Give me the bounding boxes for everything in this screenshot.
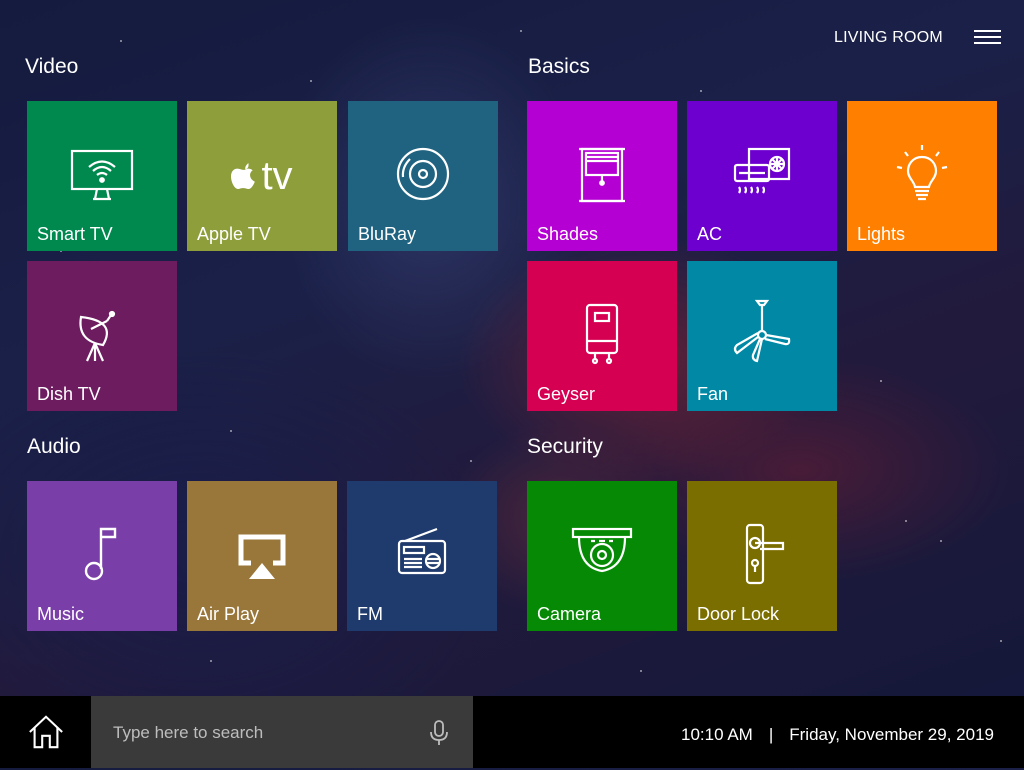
tile-label: Camera xyxy=(537,604,602,624)
door-lock-icon xyxy=(727,519,797,594)
radio-icon xyxy=(387,519,457,594)
tile-label: Lights xyxy=(857,224,906,244)
tile-label: AC xyxy=(697,224,723,244)
tile-label: FM xyxy=(357,604,383,624)
airplay-icon xyxy=(227,519,297,594)
tile-shades[interactable]: Shades xyxy=(527,101,677,251)
tile-label: BluRay xyxy=(358,224,417,244)
current-date: Friday, November 29, 2019 xyxy=(789,725,994,744)
tile-air-play[interactable]: Air Play xyxy=(187,481,337,631)
tile-camera[interactable]: Camera xyxy=(527,481,677,631)
tile-label: Geyser xyxy=(537,384,596,404)
tile-label: Door Lock xyxy=(697,604,780,624)
section-title-basics: Basics xyxy=(528,55,590,78)
window-shade-icon xyxy=(567,139,637,214)
home-icon[interactable] xyxy=(0,696,91,768)
current-time: 10:10 AM xyxy=(681,725,753,744)
satellite-dish-icon xyxy=(67,299,137,374)
tile-dish-tv[interactable]: Dish TV xyxy=(27,261,177,411)
tile-label: Apple TV xyxy=(197,224,271,244)
apple-tv-logo-text: tv xyxy=(261,154,293,198)
tile-bluray[interactable]: BluRay xyxy=(348,101,498,251)
air-conditioner-icon xyxy=(727,139,797,214)
tile-fm[interactable]: FM xyxy=(347,481,497,631)
disc-icon xyxy=(388,139,458,214)
apple-tv-logo-icon: tv xyxy=(231,154,293,198)
security-camera-icon xyxy=(567,519,637,594)
microphone-icon[interactable] xyxy=(428,720,450,746)
tile-label: Shades xyxy=(537,224,599,244)
tile-lights[interactable]: Lights xyxy=(847,101,997,251)
hamburger-menu-icon[interactable] xyxy=(974,30,1001,44)
search-input[interactable] xyxy=(111,696,415,770)
tile-apple-tv[interactable]: tv Apple TV xyxy=(187,101,337,251)
tile-geyser[interactable]: Geyser xyxy=(527,261,677,411)
light-bulb-icon xyxy=(887,139,957,214)
section-title-security: Security xyxy=(527,435,603,458)
tile-label: Fan xyxy=(697,384,729,404)
tile-label: Smart TV xyxy=(37,224,113,244)
tile-label: Air Play xyxy=(197,604,260,624)
ceiling-fan-icon xyxy=(727,299,797,374)
clock-display: 10:10 AM | Friday, November 29, 2019 xyxy=(681,725,994,745)
tile-label: Dish TV xyxy=(37,384,101,404)
room-name[interactable]: LIVING ROOM xyxy=(834,29,943,47)
tile-label: Music xyxy=(37,604,85,624)
tile-fan[interactable]: Fan xyxy=(687,261,837,411)
time-date-separator: | xyxy=(768,725,774,744)
tv-wifi-icon xyxy=(67,139,137,214)
section-title-video: Video xyxy=(25,55,79,78)
bottom-bar: 10:10 AM | Friday, November 29, 2019 xyxy=(0,696,1024,770)
section-title-audio: Audio xyxy=(27,435,81,458)
tile-door-lock[interactable]: Door Lock xyxy=(687,481,837,631)
tile-ac[interactable]: AC xyxy=(687,101,837,251)
search-box[interactable] xyxy=(91,696,473,770)
water-heater-icon xyxy=(567,299,637,374)
music-note-icon xyxy=(67,519,137,594)
tile-music[interactable]: Music xyxy=(27,481,177,631)
tile-smart-tv[interactable]: Smart TV xyxy=(27,101,177,251)
